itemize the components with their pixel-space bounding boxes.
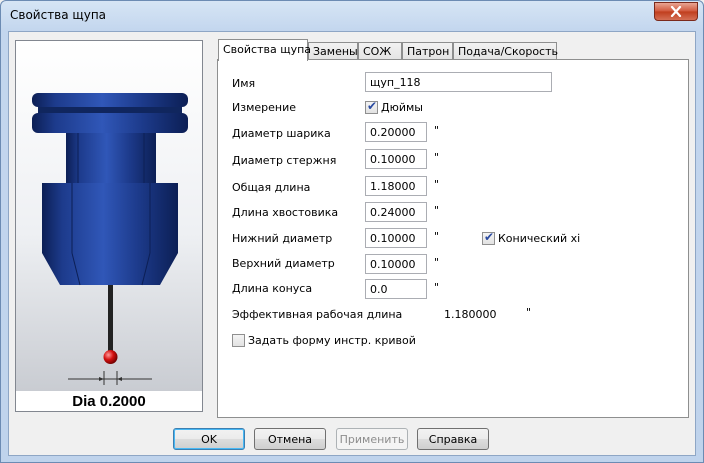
upper-diameter-unit: " — [434, 256, 440, 269]
dialog-window: Свойства щупа Dia 0.2000 Свойства щупа З… — [0, 0, 704, 463]
overall-length-label: Общая длина — [232, 181, 311, 194]
shank-length-label: Длина хвостовика — [232, 206, 339, 219]
inches-checkbox[interactable]: ✔ — [365, 99, 378, 114]
cone-length-unit: " — [434, 281, 440, 294]
tab-probe-properties[interactable]: Свойства щупа — [218, 39, 311, 61]
effective-length-unit: " — [526, 306, 532, 319]
tab-replacements[interactable]: Замены — [308, 42, 358, 60]
apply-button[interactable]: Применить — [336, 428, 408, 450]
dialog-client: Dia 0.2000 Свойства щупа Замены СОЖ Патр… — [8, 31, 696, 456]
ball-diameter-unit: " — [434, 124, 440, 137]
cone-length-label: Длина конуса — [232, 282, 313, 295]
ok-button[interactable]: OK — [173, 428, 245, 450]
probe-illustration — [16, 41, 202, 391]
close-button[interactable] — [654, 2, 698, 21]
cancel-button[interactable]: Отмена — [254, 428, 326, 450]
title-bar[interactable]: Свойства щупа — [1, 1, 703, 31]
shank-length-input[interactable]: 0.24000 — [365, 202, 427, 222]
check-icon: ✔ — [484, 230, 495, 244]
button-row: OK Отмена Применить Справка — [9, 428, 695, 450]
window-title: Свойства щупа — [10, 8, 107, 22]
close-icon — [670, 6, 682, 17]
ball-diameter-input[interactable]: 0.20000 — [365, 122, 427, 142]
cone-length-input[interactable]: 0.0 — [365, 279, 427, 299]
stem-diameter-label: Диаметр стержня — [232, 154, 337, 167]
lower-diameter-unit: " — [434, 230, 440, 243]
overall-length-input[interactable]: 1.18000 — [365, 176, 427, 196]
inches-label: Дюймы — [381, 101, 423, 114]
name-label: Имя — [232, 77, 256, 90]
effective-length-label: Эффективная рабочая длина — [232, 308, 403, 321]
stem-diameter-unit: " — [434, 151, 440, 164]
measurement-label: Измерение — [232, 101, 297, 114]
overall-length-unit: " — [434, 178, 440, 191]
diameter-label: Dia 0.2000 — [72, 393, 146, 410]
conical-label: Конический хі — [498, 232, 581, 245]
upper-diameter-input[interactable]: 0.10000 — [365, 254, 427, 274]
ball-diameter-label: Диаметр шарика — [232, 127, 331, 140]
tab-feed-speed[interactable]: Подача/Скорость — [453, 42, 558, 60]
help-button[interactable]: Справка — [417, 428, 489, 450]
check-icon: ✔ — [367, 99, 378, 113]
tab-coolant[interactable]: СОЖ — [358, 42, 402, 60]
tab-panel-probe-properties: Имя щуп_118 Измерение ✔ Дюймы Диаметр ша… — [217, 59, 689, 418]
stem-diameter-input[interactable]: 0.10000 — [365, 149, 427, 169]
conical-checkbox[interactable]: ✔ — [482, 230, 495, 245]
lower-diameter-input[interactable]: 0.10000 — [365, 228, 427, 248]
custom-shape-checkbox[interactable] — [232, 334, 245, 347]
probe-preview: Dia 0.2000 — [15, 40, 203, 412]
custom-shape-label: Задать форму инстр. кривой — [248, 334, 416, 347]
shank-length-unit: " — [434, 204, 440, 217]
name-input[interactable]: щуп_118 — [365, 72, 552, 92]
tab-holder[interactable]: Патрон — [402, 42, 453, 60]
effective-length-value: 1.180000 — [444, 308, 497, 321]
upper-diameter-label: Верхний диаметр — [232, 257, 335, 270]
lower-diameter-label: Нижний диаметр — [232, 232, 333, 245]
